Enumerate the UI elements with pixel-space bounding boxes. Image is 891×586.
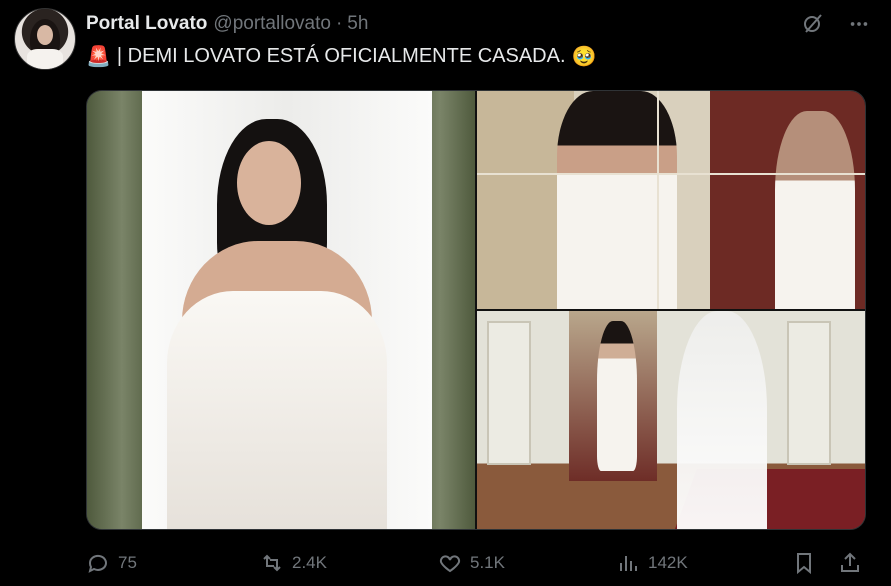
reply-count: 75 [118, 553, 137, 572]
reply-button[interactable]: 75 [86, 551, 137, 575]
repost-button[interactable]: 2.4K [260, 551, 327, 575]
mirror-frame-v [657, 91, 659, 309]
bride-reflection [775, 111, 855, 309]
siren-emoji: 🚨 [86, 46, 111, 68]
mirror-frame-h [477, 173, 865, 175]
post-body: | DEMI LOVATO ESTÁ OFICIALMENTE CASADA. [116, 45, 566, 67]
bride-room-photo[interactable] [477, 311, 865, 529]
bookmark-icon [797, 553, 811, 575]
share-button[interactable] [838, 551, 870, 575]
views-button[interactable]: 142K [616, 551, 688, 575]
bride-mirror-photo[interactable] [477, 91, 865, 309]
like-button[interactable]: 5.1K [438, 551, 505, 575]
avatar-dress [27, 49, 63, 69]
door-panel [787, 321, 831, 465]
bride-portrait-photo[interactable] [87, 91, 475, 529]
avatar[interactable] [14, 8, 76, 70]
views-icon [620, 556, 637, 571]
heart-icon [439, 555, 461, 573]
post-text: 🚨 | DEMI LOVATO ESTÁ OFICIALMENTE CASADA… [86, 44, 596, 69]
action-bar: 75 2.4K 5.1K 142K [86, 548, 864, 578]
wedding-gown [167, 291, 387, 529]
pleading-emoji: 🥹 [571, 46, 597, 68]
reply-icon [88, 554, 107, 573]
repost-icon [263, 554, 281, 572]
post-header: Portal Lovato @portallovato · 5h [86, 13, 368, 35]
grok-icon[interactable] [799, 10, 827, 38]
separator: · [335, 13, 343, 34]
more-icon[interactable] [845, 10, 873, 38]
bookmark-button[interactable] [792, 551, 824, 575]
avatar-face [37, 25, 53, 45]
bride-face [237, 141, 301, 225]
share-icon [841, 552, 859, 572]
media-grid [86, 90, 866, 530]
bride-veil [677, 311, 767, 529]
author-handle[interactable]: @portallovato [213, 13, 331, 35]
mirror-figure [597, 321, 637, 471]
view-count: 142K [648, 553, 688, 572]
post-time[interactable]: 5h [347, 13, 368, 35]
author-name[interactable]: Portal Lovato [86, 13, 207, 35]
bride-figure [557, 91, 677, 309]
post-top-actions [799, 10, 873, 38]
door-panel [487, 321, 531, 465]
repost-count: 2.4K [292, 553, 327, 572]
like-count: 5.1K [470, 553, 505, 572]
